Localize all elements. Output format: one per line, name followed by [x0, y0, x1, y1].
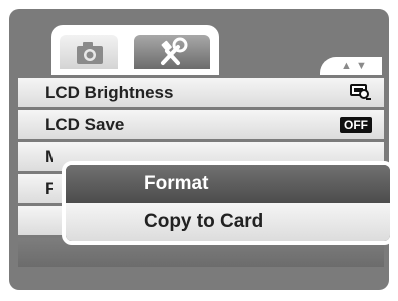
submenu-item-format[interactable]: Format	[66, 165, 390, 203]
off-badge: OFF	[340, 117, 372, 133]
scroll-down-icon: ▼	[356, 60, 367, 72]
camera-menu-screen: ▲ ▼ LCD Brightness LCD Save OFF M F	[9, 9, 389, 290]
scroll-indicator: ▲ ▼	[320, 57, 382, 75]
tab-camera[interactable]	[60, 35, 118, 69]
submenu-item-label: Copy to Card	[144, 211, 264, 232]
wrench-screwdriver-icon	[161, 37, 188, 65]
menu-item-lcd-brightness[interactable]: LCD Brightness	[18, 78, 384, 107]
menu-item-label: M	[45, 147, 53, 166]
menu-item-label: LCD Save	[45, 115, 125, 134]
submenu-item-label: Format	[144, 173, 209, 194]
submenu-item-copy-to-card[interactable]: Copy to Card	[66, 203, 390, 241]
camera-icon	[77, 42, 103, 64]
menu-item-label: F	[45, 179, 53, 198]
menu-item-label: LCD Brightness	[45, 83, 174, 102]
format-submenu: Format Copy to Card	[62, 161, 394, 245]
tab-setup[interactable]	[134, 35, 210, 69]
lcd-brightness-icon	[350, 83, 372, 106]
menu-item-lcd-save[interactable]: LCD Save OFF	[18, 110, 384, 139]
scroll-up-icon: ▲	[341, 60, 352, 72]
lcd-save-value: OFF	[340, 116, 372, 134]
